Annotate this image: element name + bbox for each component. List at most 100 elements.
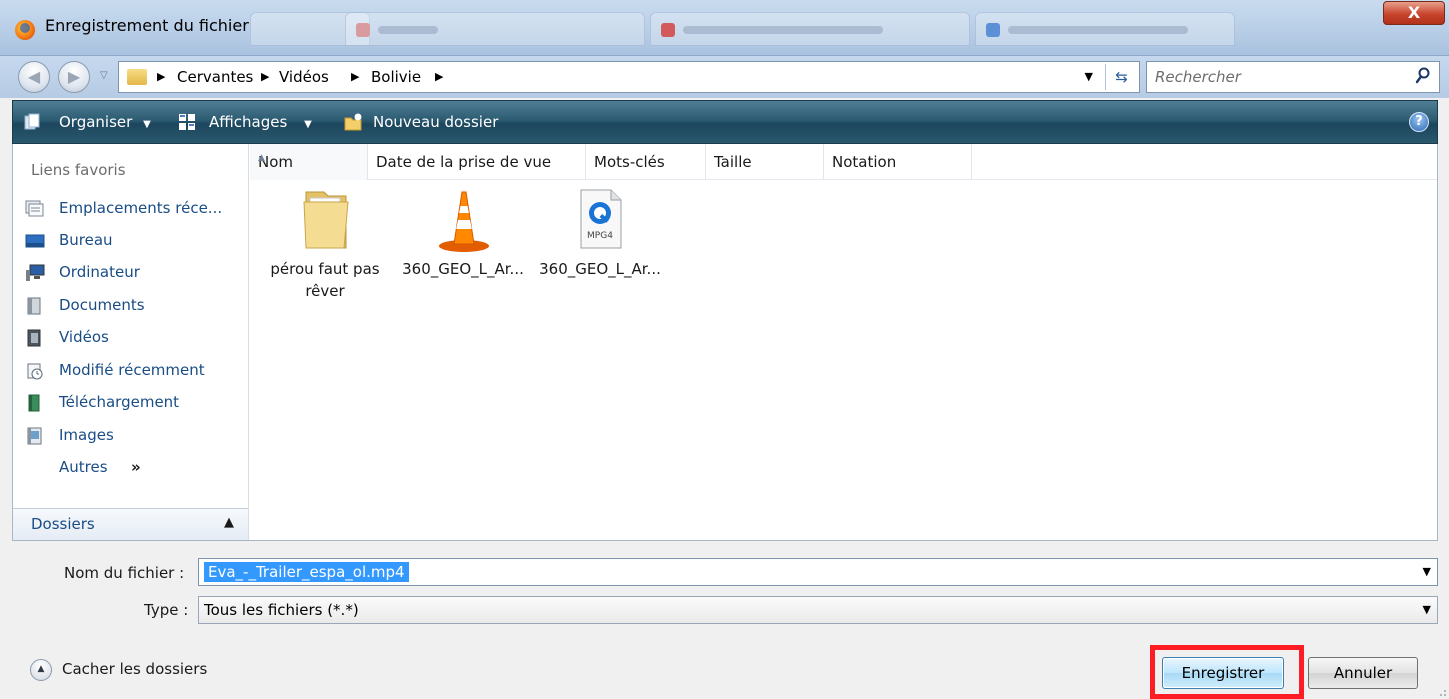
breadcrumb-arrow-icon[interactable]: ▶ (261, 70, 269, 83)
background-tab (650, 12, 970, 46)
file-item[interactable]: MPG4 360_GEO_L_Ar... (535, 182, 665, 312)
column-size[interactable]: Taille (706, 144, 824, 180)
views-button[interactable]: Affichages ▼ (209, 113, 312, 131)
mpg4-badge: MPG4 (587, 231, 613, 241)
file-item[interactable]: 360_GEO_L_Ar... (398, 182, 528, 312)
desktop-icon (25, 234, 45, 248)
column-header: Nom ▲ Date de la prise de vue Mots-clés … (250, 144, 1437, 180)
quicktime-mpg4-icon: MPG4 (580, 189, 622, 249)
double-chevron-icon: » (131, 458, 141, 476)
hide-folders-label: Cacher les dossiers (62, 660, 208, 678)
type-label: Type : (144, 601, 189, 619)
dialog-body: Liens favoris Emplacements réce... Burea… (12, 144, 1438, 541)
breadcrumb-arrow-icon[interactable]: ▶ (351, 70, 359, 83)
address-row: ◀ ▶ ▽ ▶ Cervantes ▶ Vidéos ▶ Bolivie ▶ ▼… (0, 56, 1449, 98)
tab-favicon-icon (986, 23, 1000, 37)
column-rating[interactable]: Notation (824, 144, 972, 180)
breadcrumb-cervantes[interactable]: Cervantes (177, 68, 253, 86)
fav-documents[interactable]: Documents (25, 294, 245, 318)
file-name: pérou faut pas rêver (270, 260, 380, 300)
file-name: 360_GEO_L_Ar... (402, 260, 524, 278)
organise-icon (24, 113, 40, 130)
recent-places-icon (25, 200, 44, 217)
refresh-icon: ⇆ (1115, 68, 1128, 86)
chevron-down-icon: ▼ (304, 119, 312, 130)
recently-changed-icon (27, 363, 43, 380)
sort-up-icon: ▲ (258, 153, 265, 163)
column-name[interactable]: Nom ▲ (250, 144, 368, 180)
file-list: Nom ▲ Date de la prise de vue Mots-clés … (250, 144, 1437, 540)
background-tab (345, 12, 645, 46)
filename-value[interactable]: Eva_-_Trailer_espa_ol.mp4 (204, 562, 409, 582)
background-tab (975, 12, 1235, 46)
favorites-header: Liens favoris (31, 161, 126, 179)
file-item[interactable]: pérou faut pas rêver (260, 182, 390, 312)
blurred-tab-text (683, 26, 883, 34)
back-arrow-icon: ◀ (27, 67, 41, 86)
file-name: 360_GEO_L_Ar... (539, 260, 661, 278)
column-keywords[interactable]: Mots-clés (586, 144, 706, 180)
new-folder-button[interactable]: Nouveau dossier (373, 113, 498, 131)
fav-desktop[interactable]: Bureau (25, 229, 245, 253)
chevron-down-icon: ▼ (143, 119, 151, 130)
column-date[interactable]: Date de la prise de vue (368, 144, 586, 180)
documents-icon (27, 297, 41, 315)
chevron-up-icon: ▲ (224, 515, 234, 530)
folder-icon (303, 191, 349, 249)
type-value: Tous les fichiers (*.*) (204, 601, 359, 619)
title-bar: Enregistrement du fichier X (0, 0, 1449, 56)
hide-folders-toggle[interactable]: ▲ Cacher les dossiers (30, 658, 230, 682)
fav-computer[interactable]: Ordinateur (25, 261, 245, 285)
save-form: Nom du fichier : Eva_-_Trailer_espa_ol.m… (0, 542, 1449, 699)
search-box[interactable] (1146, 61, 1440, 93)
blurred-tab-text (378, 26, 438, 34)
resize-grip-icon[interactable] (1435, 685, 1447, 697)
history-dropdown-icon[interactable]: ▽ (100, 70, 108, 81)
folder-icon (127, 69, 147, 85)
help-icon[interactable]: ? (1409, 112, 1429, 132)
pictures-icon (27, 427, 42, 445)
organise-button[interactable]: Organiser ▼ (59, 113, 151, 131)
refresh-button[interactable]: ⇆ (1105, 64, 1137, 90)
back-button[interactable]: ◀ (18, 61, 50, 93)
forward-button[interactable]: ▶ (58, 61, 90, 93)
search-icon[interactable] (1415, 67, 1431, 85)
tab-favicon-icon (356, 23, 370, 37)
vlc-cone-icon (439, 191, 489, 252)
filename-label: Nom du fichier : (64, 564, 185, 582)
breadcrumb-arrow-icon[interactable]: ▶ (435, 70, 443, 83)
fav-recent-places[interactable]: Emplacements réce... (25, 197, 245, 221)
folders-toggle[interactable]: Dossiers ▲ (13, 508, 248, 540)
type-select[interactable]: Tous les fichiers (*.*) ▼ (198, 596, 1438, 624)
views-icon (179, 114, 195, 130)
window-title: Enregistrement du fichier (45, 16, 249, 35)
cancel-button[interactable]: Annuler (1308, 657, 1418, 689)
videos-icon (27, 329, 41, 347)
chevron-down-icon: ▼ (1422, 603, 1431, 616)
navigation-pane: Liens favoris Emplacements réce... Burea… (13, 144, 249, 540)
search-input[interactable] (1155, 67, 1405, 87)
address-dropdown-icon[interactable]: ▼ (1085, 70, 1093, 83)
command-toolbar: Organiser ▼ Affichages ▼ Nouveau dossier… (12, 100, 1438, 144)
tab-favicon-icon (661, 23, 675, 37)
breadcrumb-bolivie[interactable]: Bolivie (371, 68, 421, 86)
fav-more[interactable]: Autres » (25, 456, 245, 480)
fav-recently-changed[interactable]: Modifié récemment (25, 359, 245, 383)
breadcrumb-videos[interactable]: Vidéos (279, 68, 329, 86)
chevron-down-icon[interactable]: ▼ (1423, 565, 1431, 578)
forward-arrow-icon: ▶ (67, 67, 81, 86)
blurred-tab-text (1008, 26, 1188, 34)
firefox-icon (15, 20, 35, 40)
save-button[interactable]: Enregistrer (1162, 657, 1284, 689)
computer-icon (26, 264, 45, 281)
address-bar[interactable]: ▶ Cervantes ▶ Vidéos ▶ Bolivie ▶ ▼ ⇆ (118, 61, 1140, 93)
new-folder-icon (344, 113, 362, 131)
chevron-up-icon: ▲ (30, 659, 52, 681)
breadcrumb-arrow-icon[interactable]: ▶ (157, 70, 165, 83)
fav-downloads[interactable]: Téléchargement (25, 391, 245, 415)
fav-videos[interactable]: Vidéos (25, 326, 245, 350)
filename-input[interactable]: Eva_-_Trailer_espa_ol.mp4 ▼ (198, 558, 1438, 586)
close-button[interactable]: X (1383, 1, 1445, 25)
downloads-icon (28, 394, 40, 412)
fav-pictures[interactable]: Images (25, 424, 245, 448)
